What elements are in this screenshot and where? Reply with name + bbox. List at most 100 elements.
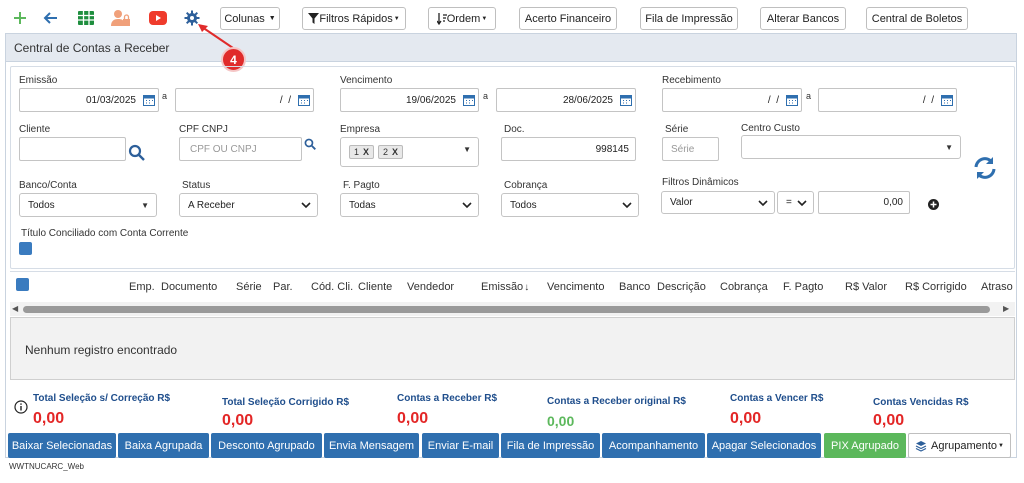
agrupamento-button[interactable]: Agrupamento ▼ [908,433,1011,458]
scroll-right-icon[interactable]: ▶ [1003,304,1009,313]
alterar-bancos-button[interactable]: Alterar Bancos [760,7,846,30]
column-header[interactable]: Par. [273,281,293,293]
emissao-sep: a [162,91,168,101]
status-select[interactable]: A Receber [179,193,318,217]
column-header[interactable]: Série [236,281,262,293]
column-header[interactable]: Cobrança [720,281,768,293]
centro-custo-label: Centro Custo [741,123,800,134]
cobranca-select[interactable]: Todos [501,193,639,217]
filtro-dinamico-field-select[interactable]: Valor [661,191,775,214]
cpf-cnpj-input[interactable]: CPF OU CNPJ [179,137,302,161]
calendar-icon[interactable] [298,94,310,106]
enviar-email-button[interactable]: Enviar E-mail [422,433,499,458]
column-header[interactable]: Descrição [657,281,706,293]
user-lock-icon[interactable] [111,8,131,28]
refresh-icon[interactable] [972,155,998,181]
recebimento-sep: a [806,91,812,101]
column-header[interactable]: Cód. Cli. [311,281,353,293]
filter-icon [308,13,320,24]
youtube-icon[interactable] [148,8,168,28]
calendar-icon[interactable] [941,94,953,106]
ordem-button[interactable]: Ordem ▼ [428,7,496,30]
fila-impressao-toolbar-label: Fila de Impressão [645,12,733,25]
titulo-conciliado-checkbox[interactable] [19,242,32,255]
baixar-selecionadas-button[interactable]: Baixar Selecionadas [8,433,116,458]
total-value: 0,00 [33,410,65,427]
column-header[interactable]: Cliente [358,281,392,293]
calendar-icon[interactable] [786,94,798,106]
info-icon[interactable] [14,400,28,414]
calendar-icon[interactable] [620,94,632,106]
recebimento-label: Recebimento [662,75,721,86]
total-label: Total Seleção s/ Correção R$ [33,393,171,404]
emissao-from-input[interactable]: 01/03/2025 [19,88,159,112]
filtro-dinamico-value: 0,00 [883,197,903,208]
cliente-label: Cliente [19,124,51,135]
empresa-chip[interactable]: 2X [378,145,404,159]
total-value: 0,00 [547,413,575,429]
apagar-selecionados-button[interactable]: Apagar Selecionados [707,433,821,458]
scrollbar-thumb[interactable] [23,306,990,313]
vencimento-from-input[interactable]: 19/06/2025 [340,88,479,112]
search-icon[interactable] [304,138,316,150]
agrupamento-label: Agrupamento [931,439,998,452]
cpf-cnpj-placeholder: CPF OU CNPJ [190,143,257,155]
scroll-left-icon[interactable]: ◀ [12,304,18,313]
centro-custo-select[interactable]: ▼ [741,135,961,159]
chevron-down-icon [622,202,632,209]
search-icon[interactable] [128,144,145,161]
total-value: 0,00 [730,410,762,427]
column-header[interactable]: Banco [619,281,650,293]
arrow-left-icon[interactable] [41,8,61,28]
pix-agrupado-button[interactable]: PIX Agrupado [824,433,906,458]
column-header[interactable]: F. Pagto [783,281,823,293]
select-all-checkbox[interactable] [16,278,29,291]
empty-message: Nenhum registro encontrado [25,343,178,357]
add-filter-icon[interactable] [928,199,939,210]
column-header[interactable]: Vencimento [547,281,604,293]
column-header[interactable]: Vendedor [407,281,454,293]
spreadsheet-icon[interactable] [76,8,96,28]
fila-impressao-toolbar-button[interactable]: Fila de Impressão [640,7,738,30]
desconto-agrupado-button[interactable]: Desconto Agrupado [211,433,322,458]
column-header[interactable]: Documento [161,281,217,293]
layers-icon [915,440,927,452]
central-boletos-label: Central de Boletos [871,12,963,25]
caret-down-icon: ▼ [481,15,488,22]
emissao-from-value: 01/03/2025 [85,94,136,106]
chip-remove-icon[interactable]: X [363,147,369,157]
column-header[interactable]: Emp. [129,281,155,293]
total-label: Total Seleção Corrigido R$ [222,397,350,408]
empresa-multiselect[interactable]: 1X 2X ▼ [340,137,479,167]
baixa-agrupada-button[interactable]: Baixa Agrupada [118,433,209,458]
central-boletos-button[interactable]: Central de Boletos [866,7,968,30]
fila-impressao-button[interactable]: Fila de Impressão [501,433,600,458]
empresa-chip[interactable]: 1X [349,145,375,159]
column-header[interactable]: R$ Corrigido [905,281,967,293]
calendar-icon[interactable] [143,94,155,106]
recebimento-from-input[interactable]: / / [662,88,802,112]
column-header[interactable]: R$ Valor [845,281,887,293]
acerto-financeiro-button[interactable]: Acerto Financeiro [519,7,617,30]
f-pagto-value: Todas [349,199,376,211]
chip-remove-icon[interactable]: X [392,147,398,157]
cpf-cnpj-label: CPF CNPJ [179,124,228,135]
f-pagto-select[interactable]: Todas [340,193,479,217]
filtro-dinamico-operator-select[interactable]: = [777,191,814,214]
banco-conta-select[interactable]: Todos ▼ [19,193,157,217]
recebimento-to-input[interactable]: / / [818,88,957,112]
add-icon[interactable] [10,8,30,28]
cliente-input[interactable] [19,137,126,161]
column-header[interactable]: Atraso [981,281,1013,293]
recebimento-to-value: / / [917,94,934,106]
acompanhamento-button[interactable]: Acompanhamento [602,433,705,458]
calendar-icon[interactable] [463,94,475,106]
column-header[interactable]: Emissão↓ [481,281,529,293]
emissao-to-input[interactable]: / / [175,88,314,112]
filtro-dinamico-value-input[interactable]: 0,00 [818,191,910,214]
serie-input[interactable]: Série [662,137,719,161]
filtros-rapidos-button[interactable]: Filtros Rápidos ▼ [302,7,406,30]
envia-mensagem-button[interactable]: Envia Mensagem [324,433,419,458]
doc-input[interactable]: 998145 [501,137,636,161]
vencimento-to-input[interactable]: 28/06/2025 [496,88,636,112]
